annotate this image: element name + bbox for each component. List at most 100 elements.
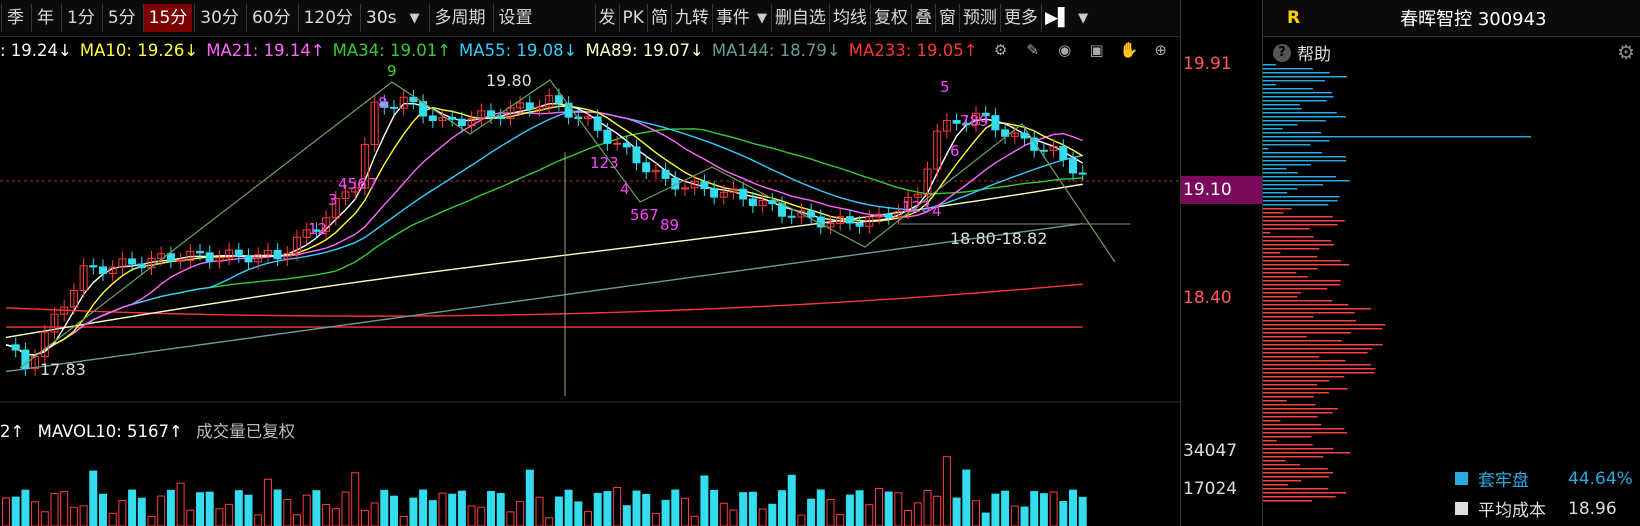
volume-bar	[488, 492, 495, 526]
chip-bar	[1263, 500, 1312, 502]
volume-bar	[604, 492, 611, 526]
hand-icon[interactable]: ✋	[1120, 41, 1138, 59]
settings-button[interactable]: 设置	[493, 4, 538, 32]
volume-bar	[633, 491, 640, 526]
volume-bar	[1079, 497, 1086, 526]
chip-bar	[1263, 156, 1346, 158]
chip-bar	[1263, 412, 1333, 414]
candle-body	[788, 216, 795, 217]
volume-bar	[12, 497, 19, 526]
event-dropdown-icon[interactable]: ▼	[753, 11, 771, 26]
brush-icon[interactable]: ✎	[1024, 41, 1042, 59]
volume-bar	[255, 515, 262, 526]
pk-button[interactable]: PK	[619, 4, 647, 32]
candle-body	[488, 111, 495, 116]
candle-body	[138, 264, 145, 268]
chip-bar	[1263, 376, 1344, 378]
nine-turn-count: 5	[940, 78, 950, 96]
more-dropdown-icon[interactable]: ▼	[1074, 11, 1092, 26]
ma5-value: : 19.24↓	[0, 41, 72, 60]
eye-icon[interactable]: ◉	[1056, 41, 1074, 59]
volume-bar	[235, 491, 242, 526]
chevron-down-icon[interactable]: ▼	[398, 11, 428, 26]
volume-bar	[1070, 490, 1077, 526]
chip-bar	[1263, 216, 1333, 218]
chip-bar	[1263, 108, 1302, 110]
chip-bar	[1263, 152, 1322, 154]
chip-bar	[1263, 116, 1346, 118]
volume-bar	[177, 483, 184, 526]
volume-adjusted-note: 成交量已复权	[196, 422, 295, 441]
forecast-button[interactable]: 预测	[959, 4, 1000, 32]
adjust-button[interactable]: 复权	[870, 4, 911, 32]
chip-bar	[1263, 440, 1277, 442]
expand-right-icon[interactable]: ▶▌	[1041, 4, 1074, 32]
chip-bar	[1263, 272, 1296, 274]
chip-bar	[1263, 264, 1349, 266]
simple-button[interactable]: 简	[647, 4, 671, 32]
chip-bar	[1263, 100, 1327, 102]
volume-bar	[216, 509, 223, 526]
volume-bar	[759, 509, 766, 526]
period-30s-select[interactable]: 30s	[360, 4, 397, 32]
kline-chart[interactable]: 19.8017.8318.80-18.829123456 781234567895…	[0, 62, 1180, 526]
volume-bar	[284, 499, 291, 526]
candle-body	[235, 250, 242, 256]
window-button[interactable]: 窗	[935, 4, 959, 32]
send-button[interactable]: 发	[595, 4, 619, 32]
volume-bar	[856, 491, 863, 526]
volume-bar	[109, 513, 116, 526]
chip-bar	[1263, 204, 1328, 206]
chip-bar	[1263, 404, 1315, 406]
gear-icon[interactable]: ⚙	[992, 41, 1010, 59]
period-60min[interactable]: 60分	[246, 4, 296, 32]
candle-body	[206, 253, 213, 262]
plus-circle-icon[interactable]: ⊕	[1152, 41, 1170, 59]
chip-bar	[1263, 236, 1314, 238]
volume-bar	[1031, 491, 1038, 526]
period-30min[interactable]: 30分	[194, 4, 244, 32]
box-icon[interactable]: ▣	[1088, 41, 1106, 59]
period-1min[interactable]: 1分	[61, 4, 100, 32]
ma21-value: MA21: 19.14↑	[206, 41, 324, 60]
candle-body	[497, 116, 504, 118]
volume-bar	[672, 490, 679, 526]
volume-bar	[720, 503, 727, 526]
nine-turn-count: 123	[590, 154, 619, 172]
volume-bar	[846, 495, 853, 526]
period-15min[interactable]: 15分	[143, 4, 193, 32]
period-5min[interactable]: 5分	[102, 4, 141, 32]
ma-button[interactable]: 均线	[829, 4, 870, 32]
chip-bar	[1263, 104, 1300, 106]
multi-period-button[interactable]: 多周期	[429, 4, 491, 32]
period-season[interactable]: 季	[1, 4, 29, 32]
trapped-value: 44.64%	[1568, 469, 1633, 489]
chip-bar	[1263, 436, 1312, 438]
mavol10-value: MAVOL10: 5167↑	[38, 422, 183, 441]
candle-body	[711, 189, 718, 197]
period-120min[interactable]: 120分	[298, 4, 358, 32]
price-label-high: 19.91	[1183, 54, 1232, 74]
volume-bar	[614, 487, 621, 526]
chip-bar	[1263, 288, 1327, 290]
chip-bar	[1263, 464, 1300, 466]
chip-bar	[1263, 336, 1307, 338]
chip-bar	[1263, 352, 1368, 354]
high-price-label: 19.80	[486, 71, 532, 90]
event-button[interactable]: 事件	[712, 4, 753, 32]
candle-body	[701, 182, 708, 189]
more-button[interactable]: 更多	[1000, 4, 1041, 32]
overlay-button[interactable]: 叠	[911, 4, 935, 32]
chip-bar	[1263, 252, 1280, 254]
nine-turn-button[interactable]: 九转	[671, 4, 712, 32]
chip-bar	[1263, 428, 1344, 430]
nine-turn-count: 3	[328, 191, 338, 209]
chip-bar	[1263, 472, 1333, 474]
chip-bar	[1263, 148, 1268, 150]
chip-bar	[1263, 316, 1313, 318]
volume-bar	[585, 512, 592, 526]
chip-bar	[1263, 344, 1383, 346]
period-year[interactable]: 年	[31, 4, 59, 32]
candle-body	[614, 143, 621, 144]
remove-watchlist-button[interactable]: 删自选	[771, 4, 829, 32]
